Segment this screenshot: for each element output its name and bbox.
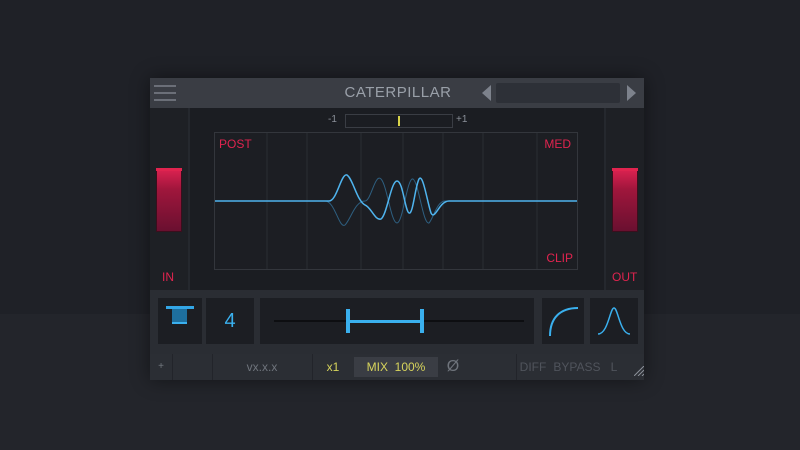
waveform-echo bbox=[215, 177, 577, 226]
phase-invert-toggle[interactable]: Ø bbox=[440, 354, 466, 380]
balance-slider[interactable] bbox=[345, 114, 453, 128]
range-high-handle[interactable] bbox=[420, 309, 424, 333]
curve-shape-button[interactable] bbox=[542, 298, 584, 344]
status-cell bbox=[172, 354, 213, 380]
balance-min-label: -1 bbox=[328, 114, 337, 125]
control-row: 4 bbox=[150, 290, 644, 354]
input-meter[interactable] bbox=[156, 168, 182, 232]
status-bar: + vx.x.x x1 MIX 100% Ø DIFF BYPASS L bbox=[150, 354, 644, 380]
status-cell bbox=[468, 354, 517, 380]
post-label: POST bbox=[219, 137, 252, 151]
diff-toggle[interactable]: DIFF bbox=[516, 354, 550, 380]
count-selector[interactable]: 4 bbox=[206, 298, 254, 344]
waveform bbox=[215, 174, 577, 220]
mix-value: 100% bbox=[394, 360, 426, 374]
menu-icon[interactable] bbox=[154, 85, 176, 101]
preset-next-icon[interactable] bbox=[627, 85, 636, 101]
bell-shape-button[interactable] bbox=[590, 298, 638, 344]
range-slider[interactable] bbox=[260, 298, 534, 344]
bell-curve-icon bbox=[597, 307, 631, 335]
oversample-rate[interactable]: x1 bbox=[312, 354, 354, 380]
balance-thumb[interactable] bbox=[398, 116, 400, 126]
bypass-toggle[interactable]: BYPASS bbox=[552, 354, 602, 380]
range-selection[interactable] bbox=[348, 320, 422, 323]
med-label[interactable]: MED bbox=[544, 137, 571, 151]
input-label: IN bbox=[162, 270, 174, 284]
balance-max-label: +1 bbox=[456, 114, 468, 125]
preset-prev-icon[interactable] bbox=[482, 85, 491, 101]
output-meter[interactable] bbox=[612, 168, 638, 232]
mix-label: MIX bbox=[366, 360, 388, 374]
curve-icon bbox=[549, 307, 579, 337]
preset-selector[interactable] bbox=[496, 83, 620, 103]
plugin-window: CATERPILLAR IN OUT -1 +1 POST MED CLIP 4… bbox=[150, 78, 644, 380]
status-cell: + bbox=[150, 354, 173, 380]
output-label: OUT bbox=[612, 270, 638, 284]
channel-toggle[interactable]: L bbox=[606, 354, 622, 380]
version-label: vx.x.x bbox=[212, 354, 313, 380]
title-bar: CATERPILLAR bbox=[150, 78, 644, 108]
clip-label[interactable]: CLIP bbox=[546, 251, 573, 265]
plugin-title: CATERPILLAR bbox=[344, 84, 452, 101]
mix-control[interactable]: MIX 100% bbox=[354, 357, 438, 377]
scope-graph bbox=[215, 133, 577, 269]
range-low-handle[interactable] bbox=[346, 309, 350, 333]
shape-selector-button[interactable] bbox=[158, 298, 202, 344]
waveform-scope: POST MED CLIP bbox=[214, 132, 578, 270]
resize-icon[interactable] bbox=[634, 366, 644, 376]
